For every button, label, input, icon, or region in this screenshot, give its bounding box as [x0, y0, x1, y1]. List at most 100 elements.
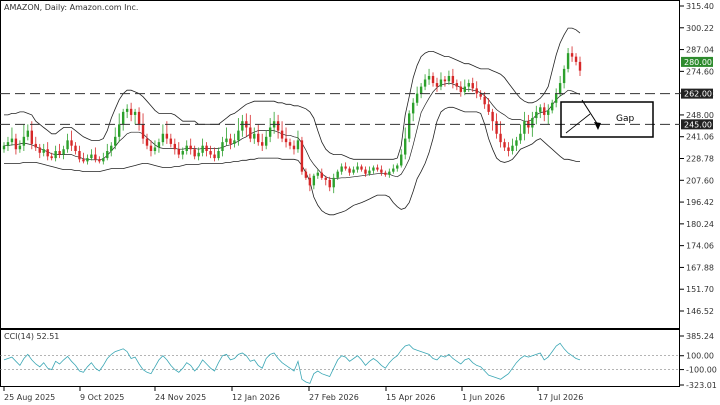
candle-body [404, 138, 407, 155]
candle-body [344, 166, 347, 169]
horizontal-levels [0, 93, 680, 125]
candle-body [18, 145, 22, 150]
candle-body [137, 111, 141, 125]
price-tick-label: 241.06 [686, 133, 714, 142]
candles [2, 46, 582, 194]
candle-body [384, 172, 387, 175]
candle-body [276, 121, 280, 131]
candle-body [304, 171, 308, 178]
time-tick-label: 12 Jan 2026 [232, 393, 280, 402]
gap-label: Gap [616, 114, 634, 124]
candle-body [348, 168, 351, 173]
candle-body [495, 121, 498, 134]
candle-body [511, 145, 514, 152]
candle-body [2, 145, 6, 150]
candle-body [70, 140, 73, 146]
candle-body [90, 154, 93, 159]
candle-body [439, 79, 443, 87]
candle-body [519, 133, 522, 141]
chart-title: AMAZON, Daily: Amazon.com Inc. [4, 3, 138, 12]
candle-body [467, 83, 470, 87]
price-tick-label: 287.04 [686, 46, 714, 55]
candle-body [141, 124, 145, 139]
candle-body [225, 138, 228, 143]
candle-body [578, 61, 582, 71]
candle-body [86, 158, 89, 162]
candle-body [153, 147, 157, 152]
candle-body [499, 133, 502, 143]
price-tick-label: 180.24 [686, 220, 714, 229]
candle-body [241, 121, 244, 131]
price-axis: 315.40300.22287.04274.60262.32248.00241.… [680, 2, 714, 316]
gap-arrow-line [581, 99, 599, 126]
cci-tick-label: 100.00 [686, 352, 714, 361]
candle-body [547, 110, 550, 115]
candle-body [165, 133, 169, 139]
candle-body [531, 118, 534, 128]
candle-body [22, 136, 26, 146]
price-tick-label: 151.70 [686, 285, 714, 294]
candle-body [268, 127, 272, 137]
candle-body [50, 156, 53, 159]
candle-body [114, 136, 117, 146]
cci-line [3, 342, 581, 384]
candle-body [463, 86, 466, 92]
candle-body [487, 104, 490, 112]
candle-body [197, 152, 200, 157]
time-tick-label: 15 Apr 2026 [386, 393, 435, 402]
candle-body [380, 169, 383, 173]
candle-body [535, 111, 538, 119]
candle-body [185, 145, 188, 152]
price-tick-label: 315.40 [686, 2, 714, 11]
candle-body [173, 143, 177, 150]
gap-arrow-head [594, 122, 601, 130]
candle-body [82, 159, 85, 162]
price-tick-label: 228.78 [686, 155, 714, 164]
time-tick-label: 1 Jun 2026 [462, 393, 505, 402]
candle-body [356, 166, 359, 170]
candle-body [562, 68, 566, 84]
candle-body [300, 140, 304, 172]
candle-body [125, 108, 129, 112]
candle-body [388, 171, 391, 175]
cci-axis: 385.24 100.00 -100.00 -323.01 [680, 332, 717, 390]
candle-body [133, 111, 137, 115]
candle-body [431, 75, 435, 84]
candle-body [415, 93, 419, 103]
candle-body [543, 107, 546, 115]
candle-body [181, 151, 184, 155]
candle-body [523, 121, 526, 134]
candle-body [193, 149, 196, 157]
time-tick-label: 9 Oct 2025 [80, 393, 124, 402]
candle-body [284, 138, 288, 143]
candle-body [364, 169, 367, 174]
candle-body [392, 168, 395, 172]
price-tick-label: 146.52 [686, 307, 714, 316]
candle-body [201, 145, 204, 153]
candle-body [340, 166, 343, 172]
time-tick-label: 27 Feb 2026 [309, 393, 359, 402]
price-tick-label: 167.88 [686, 263, 714, 272]
candle-body [189, 145, 192, 150]
candle-body [110, 145, 113, 152]
candle-body [292, 145, 296, 150]
candle-body [145, 138, 149, 146]
price-tick-label: 207.60 [686, 176, 714, 185]
candle-body [14, 138, 18, 150]
candle-body [264, 136, 268, 146]
candle-body [102, 158, 105, 162]
candle-body [483, 96, 486, 105]
candle-body [280, 130, 284, 139]
price-tick-label: 300.22 [686, 24, 714, 33]
cci-tick-label: 385.24 [686, 332, 714, 341]
candle-body [475, 88, 478, 94]
candle-body [217, 151, 220, 159]
candle-body [253, 133, 256, 139]
bb-lower-line [4, 106, 580, 216]
candle-body [213, 154, 216, 159]
candle-body [261, 142, 264, 146]
candle-body [491, 111, 494, 122]
candle-body [233, 140, 236, 144]
candle-body [38, 147, 41, 153]
candle-body [257, 133, 260, 143]
